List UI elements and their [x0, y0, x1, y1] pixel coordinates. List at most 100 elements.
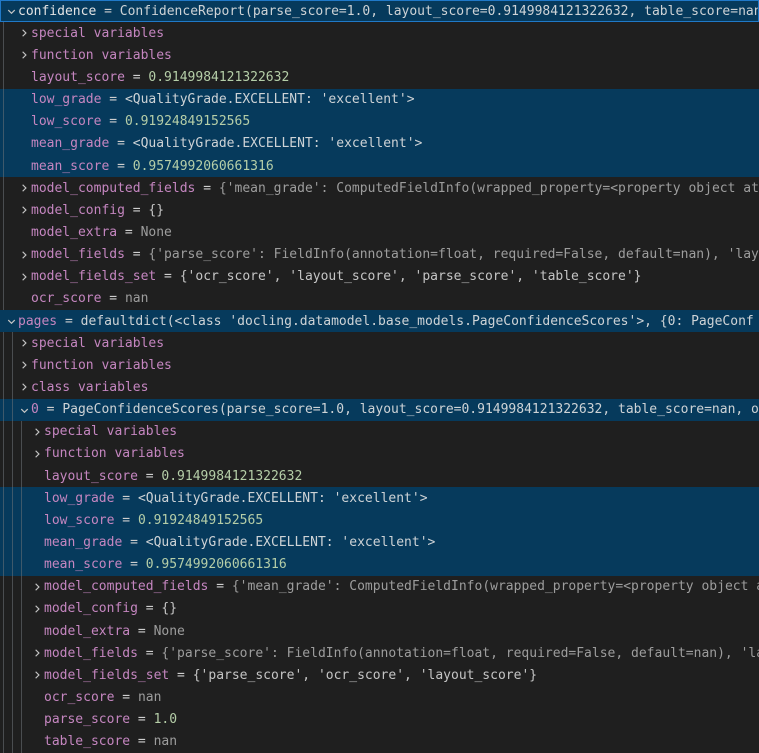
indent-guide [3, 266, 4, 288]
group-label: function variables [31, 358, 172, 373]
variable-row[interactable]: mean_score = 0.9574992060661316 [0, 554, 759, 576]
indent-guide [21, 554, 22, 576]
variable-value: <QualityGrade.EXCELLENT: 'excellent'> [146, 535, 436, 550]
chevron-right-icon[interactable] [31, 447, 44, 461]
chevron-right-icon[interactable] [18, 336, 31, 350]
group-row[interactable]: function variables [0, 443, 759, 465]
indent-guide [12, 332, 13, 354]
chevron-right-icon[interactable] [31, 668, 44, 682]
chevron-down-icon[interactable] [5, 314, 18, 328]
chevron-right-icon[interactable] [18, 203, 31, 217]
variable-row[interactable]: mean_score = 0.9574992060661316 [0, 155, 759, 177]
indent-guide [3, 376, 4, 398]
variable-row[interactable]: model_extra = None [0, 620, 759, 642]
chevron-right-icon[interactable] [18, 380, 31, 394]
variable-value: 0.9149984121322632 [161, 469, 302, 484]
indent-guide [21, 509, 22, 531]
group-row[interactable]: class variables [0, 376, 759, 398]
variable-name: mean_grade [44, 535, 122, 550]
chevron-right-icon[interactable] [18, 248, 31, 262]
variable-row[interactable]: mean_grade = <QualityGrade.EXCELLENT: 'e… [0, 531, 759, 553]
equals-sign: = [57, 314, 80, 329]
chevron-right-icon[interactable] [18, 358, 31, 372]
group-row[interactable]: function variables [0, 44, 759, 66]
variable-value: <QualityGrade.EXCELLENT: 'excellent'> [138, 491, 428, 506]
variable-row[interactable]: low_score = 0.91924849152565 [0, 509, 759, 531]
group-row[interactable]: special variables [0, 22, 759, 44]
group-row[interactable]: special variables [0, 332, 759, 354]
indent-guide [12, 554, 13, 576]
equals-sign: = [122, 535, 145, 550]
equals-sign: = [138, 646, 161, 661]
variable-row[interactable]: low_grade = <QualityGrade.EXCELLENT: 'ex… [0, 487, 759, 509]
group-label: special variables [44, 424, 177, 439]
variable-value: None [154, 624, 185, 639]
chevron-down-icon[interactable] [18, 403, 31, 417]
variable-row[interactable]: model_config = {} [0, 598, 759, 620]
variable-name: mean_score [44, 557, 122, 572]
variable-row[interactable]: confidence = ConfidenceReport(parse_scor… [0, 0, 759, 22]
chevron-right-icon[interactable] [18, 270, 31, 284]
chevron-right-icon[interactable] [31, 602, 44, 616]
indent-guide [3, 709, 4, 731]
variable-row[interactable]: model_computed_fields = {'mean_grade': C… [0, 177, 759, 199]
variable-row[interactable]: model_fields = {'parse_score': FieldInfo… [0, 244, 759, 266]
chevron-right-icon[interactable] [18, 181, 31, 195]
variable-value: 1.0 [154, 712, 177, 727]
chevron-down-icon[interactable] [5, 4, 18, 18]
variable-row[interactable]: table_score = nan [0, 731, 759, 753]
variable-row[interactable]: ocr_score = nan [0, 686, 759, 708]
indent-guide [3, 443, 4, 465]
indent-guide [12, 531, 13, 553]
variable-name: model_computed_fields [31, 181, 195, 196]
variable-row[interactable]: layout_score = 0.9149984121322632 [0, 66, 759, 88]
variable-row[interactable]: model_fields = {'parse_score': FieldInfo… [0, 642, 759, 664]
chevron-right-icon[interactable] [31, 425, 44, 439]
equals-sign: = [39, 402, 62, 417]
indent-guide [21, 731, 22, 753]
chevron-right-icon[interactable] [18, 26, 31, 40]
variable-row[interactable]: model_config = {} [0, 199, 759, 221]
group-label: class variables [31, 380, 148, 395]
indent-guide [3, 89, 4, 111]
indent-guide [3, 332, 4, 354]
variable-value: {'parse_score': FieldInfo(annotation=flo… [161, 646, 759, 661]
variable-row[interactable]: mean_grade = <QualityGrade.EXCELLENT: 'e… [0, 133, 759, 155]
indent-guide [12, 399, 13, 421]
chevron-right-icon[interactable] [31, 580, 44, 594]
variable-row[interactable]: 0 = PageConfidenceScores(parse_score=1.0… [0, 399, 759, 421]
chevron-right-icon[interactable] [18, 48, 31, 62]
variable-row[interactable]: parse_score = 1.0 [0, 709, 759, 731]
indent-guide [3, 554, 4, 576]
group-row[interactable]: function variables [0, 354, 759, 376]
debug-variables-panel: confidence = ConfidenceReport(parse_scor… [0, 0, 759, 753]
variable-value: {} [161, 601, 177, 616]
variable-name: mean_grade [31, 136, 109, 151]
variable-row[interactable]: model_computed_fields = {'mean_grade': C… [0, 576, 759, 598]
indent-guide [3, 509, 4, 531]
chevron-right-icon[interactable] [31, 646, 44, 660]
equals-sign: = [195, 181, 218, 196]
equals-sign: = [109, 136, 132, 151]
indent-guide [12, 576, 13, 598]
variable-row[interactable]: ocr_score = nan [0, 288, 759, 310]
indent-guide [3, 664, 4, 686]
variable-name: mean_score [31, 159, 109, 174]
variable-name: model_extra [31, 225, 117, 240]
variable-row[interactable]: pages = defaultdict(<class 'docling.data… [0, 310, 759, 332]
variable-row[interactable]: model_fields_set = {'ocr_score', 'layout… [0, 266, 759, 288]
variable-row[interactable]: low_grade = <QualityGrade.EXCELLENT: 'ex… [0, 89, 759, 111]
variable-value: {'parse_score', 'ocr_score', 'layout_sco… [193, 668, 537, 683]
group-row[interactable]: special variables [0, 421, 759, 443]
indent-guide [12, 376, 13, 398]
variable-name: model_fields [44, 646, 138, 661]
equals-sign: = [169, 668, 192, 683]
indent-guide [21, 598, 22, 620]
variable-row[interactable]: model_extra = None [0, 221, 759, 243]
variable-row[interactable]: layout_score = 0.9149984121322632 [0, 465, 759, 487]
indent-guide [12, 709, 13, 731]
variable-row[interactable]: low_score = 0.91924849152565 [0, 111, 759, 133]
variable-value: <QualityGrade.EXCELLENT: 'excellent'> [133, 136, 423, 151]
indent-guide [3, 44, 4, 66]
variable-row[interactable]: model_fields_set = {'parse_score', 'ocr_… [0, 664, 759, 686]
